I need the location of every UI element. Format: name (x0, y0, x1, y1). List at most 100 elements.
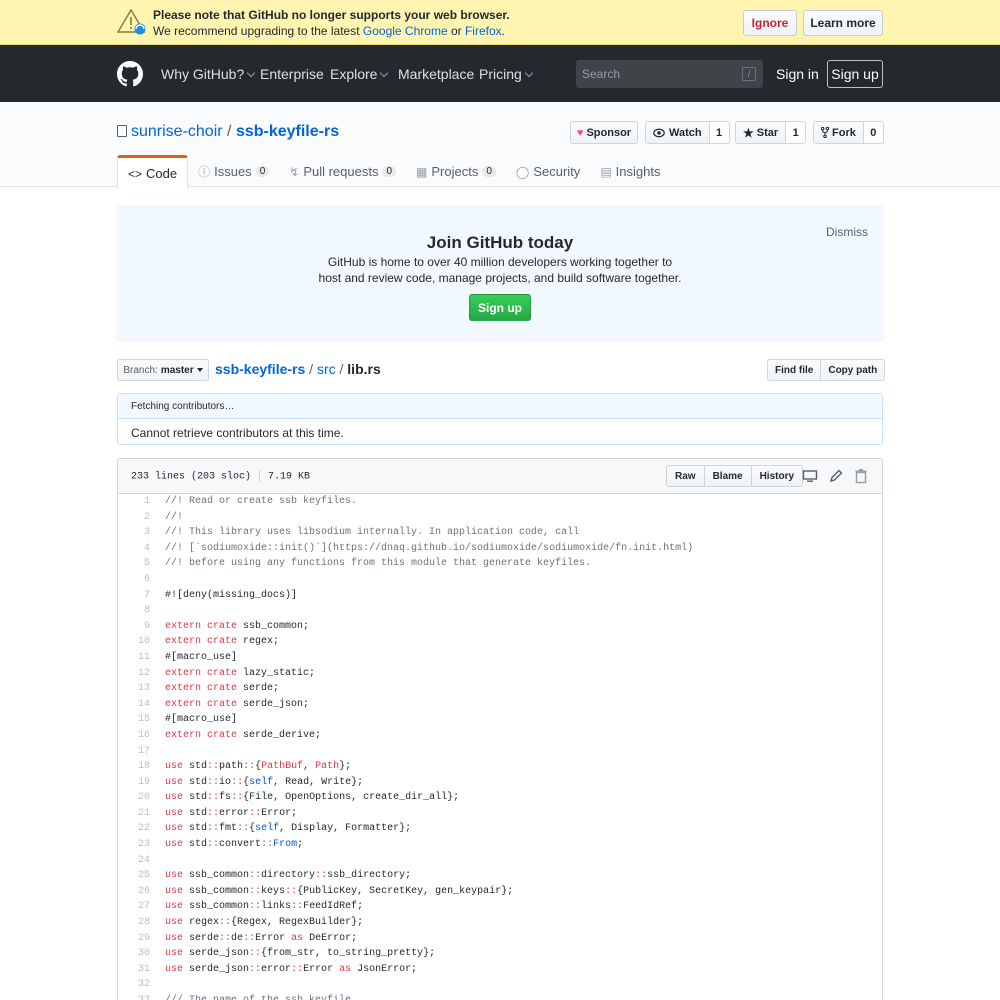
code-token: use (165, 885, 184, 897)
watch-count[interactable]: 1 (708, 122, 729, 143)
line-number[interactable]: 31 (118, 962, 150, 978)
sign-in-link[interactable]: Sign in (776, 66, 819, 82)
project-icon: ▦ (416, 164, 428, 179)
line-number[interactable]: 18 (118, 759, 150, 775)
branch-selector[interactable]: Branch: master (117, 359, 209, 381)
watch-button[interactable]: Watch (646, 122, 709, 143)
line-number[interactable]: 3 (118, 525, 150, 541)
code-token: :: (207, 807, 220, 819)
line-number[interactable]: 28 (118, 915, 150, 931)
code-line: 32 (118, 977, 882, 993)
desktop-icon[interactable] (802, 468, 818, 484)
nav-why-github[interactable]: Why GitHub? (161, 66, 256, 82)
raw-button[interactable]: Raw (666, 465, 705, 487)
line-number[interactable]: 8 (118, 603, 150, 619)
code-token: FeedIdRef; (303, 901, 364, 913)
code-line: 25 use ssb_common::directory::ssb_directo… (118, 868, 882, 884)
sign-up-button[interactable]: Sign up (827, 60, 883, 88)
code-token: links (261, 901, 292, 913)
breadcrumb-src-link[interactable]: src (317, 361, 336, 377)
blame-button[interactable]: Blame (704, 465, 752, 487)
tab-projects-label: Projects (431, 164, 479, 179)
star-count[interactable]: 1 (785, 122, 805, 143)
search-input[interactable] (576, 60, 736, 88)
star-button[interactable]: ★ Star (736, 122, 786, 143)
line-number[interactable]: 15 (118, 712, 150, 728)
nav-marketplace[interactable]: Marketplace (398, 66, 474, 82)
line-number[interactable]: 19 (118, 775, 150, 791)
line-number[interactable]: 26 (118, 884, 150, 900)
dismiss-button[interactable]: Dismiss (826, 225, 868, 239)
copy-path-button[interactable]: Copy path (821, 359, 886, 381)
line-number[interactable]: 27 (118, 899, 150, 915)
line-number[interactable]: 11 (118, 650, 150, 666)
line-number[interactable]: 4 (118, 541, 150, 557)
line-number[interactable]: 24 (118, 853, 150, 869)
code-token: :: (219, 917, 232, 929)
repo-name-link[interactable]: ssb-keyfile-rs (236, 123, 339, 140)
file-viewer: 233 lines (203 sloc) 7.19 KB Raw Blame Hi… (117, 458, 883, 1000)
line-number[interactable]: 5 (118, 556, 150, 572)
nav-enterprise[interactable]: Enterprise (260, 66, 324, 82)
code-token: /// The name of the ssb keyfile. (165, 995, 357, 1000)
tab-pull-requests[interactable]: ↯ Pull requests 0 (279, 155, 406, 188)
fork-button[interactable]: Fork (814, 122, 863, 143)
code-token: extern crate (165, 698, 238, 710)
tab-projects[interactable]: ▦ Projects 0 (406, 155, 506, 188)
nav-explore[interactable]: Explore (330, 66, 389, 82)
contributors-fetching: Fetching contributors… (118, 394, 882, 419)
breadcrumb-repo-link[interactable]: ssb-keyfile-rs (215, 361, 305, 377)
line-number[interactable]: 6 (118, 572, 150, 588)
history-button[interactable]: History (751, 465, 804, 487)
pencil-icon[interactable] (828, 468, 844, 484)
code-token: extern crate (165, 636, 238, 648)
line-number[interactable]: 7 (118, 588, 150, 604)
line-number[interactable]: 13 (118, 681, 150, 697)
tab-insights[interactable]: ▤ Insights (590, 155, 670, 188)
line-number[interactable]: 14 (118, 697, 150, 713)
code-token: extern crate (165, 683, 238, 695)
line-number[interactable]: 30 (118, 946, 150, 962)
tab-issues-label: Issues (214, 164, 252, 179)
line-number[interactable]: 21 (118, 806, 150, 822)
line-number[interactable]: 9 (118, 619, 150, 635)
heart-icon: ♥ (576, 126, 584, 139)
code-token: {File, OpenOptions, create_dir_all}; (243, 792, 460, 804)
line-number[interactable]: 17 (118, 744, 150, 760)
find-file-button[interactable]: Find file (767, 359, 822, 381)
line-number[interactable]: 32 (118, 977, 150, 993)
github-logo-icon[interactable] (117, 61, 143, 87)
code-token: #[macro_use] (165, 651, 238, 663)
tab-issues[interactable]: ⓘ Issues 0 (188, 155, 279, 188)
join-sign-up-button[interactable]: Sign up (469, 294, 531, 321)
ignore-button[interactable]: Ignore (743, 10, 797, 36)
line-number[interactable]: 20 (118, 790, 150, 806)
fork-count[interactable]: 0 (862, 122, 883, 143)
repo-owner-link[interactable]: sunrise-choir (131, 123, 223, 140)
learn-more-button[interactable]: Learn more (803, 10, 883, 36)
line-content: use ssb_common::links::FeedIdRef; (150, 899, 363, 915)
code-token: :: (237, 823, 250, 835)
tab-security[interactable]: ◯ Security (506, 155, 590, 188)
line-number[interactable]: 25 (118, 868, 150, 884)
line-number[interactable]: 1 (118, 494, 150, 510)
line-content: //! [`sodiumoxide::init()`](https://dnaq… (150, 541, 693, 557)
line-content: //! (150, 510, 183, 526)
line-number[interactable]: 10 (118, 634, 150, 650)
firefox-link[interactable]: Firefox (465, 24, 502, 38)
nav-pricing[interactable]: Pricing (479, 66, 534, 82)
line-content: use std::fs::{File, OpenOptions, create_… (150, 790, 459, 806)
line-number[interactable]: 16 (118, 728, 150, 744)
line-number[interactable]: 2 (118, 510, 150, 526)
tab-code[interactable]: <> Code (117, 155, 189, 189)
line-number[interactable]: 22 (118, 821, 150, 837)
line-number[interactable]: 33 (118, 993, 150, 1000)
line-number[interactable]: 29 (118, 931, 150, 947)
nav-why-github-label: Why GitHub? (161, 66, 245, 82)
trash-icon[interactable] (853, 468, 869, 484)
line-content: use std::convert::From; (150, 837, 303, 853)
line-number[interactable]: 23 (118, 837, 150, 853)
line-number[interactable]: 12 (118, 666, 150, 682)
sponsor-button[interactable]: ♥ Sponsor (570, 121, 638, 144)
google-chrome-link[interactable]: Google Chrome (363, 24, 448, 38)
